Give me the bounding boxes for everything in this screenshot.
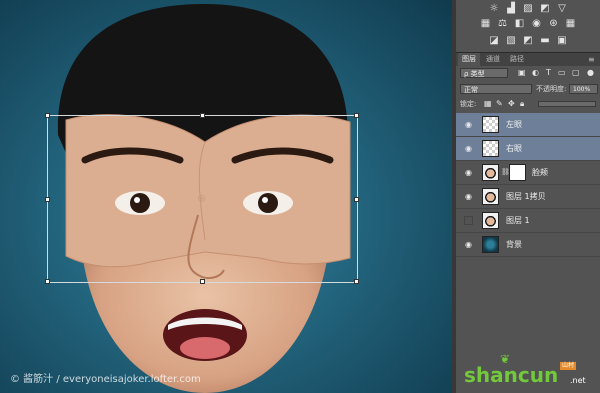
visibility-eye-icon[interactable]: ◉ <box>464 240 473 249</box>
layer-thumbnail <box>482 164 499 181</box>
curves-icon[interactable]: ▨ <box>523 3 534 14</box>
filter-adjust-icon[interactable]: ◐ <box>532 68 539 78</box>
layer-name: 背景 <box>506 240 522 249</box>
opacity-label: 不透明度: <box>536 85 567 93</box>
visibility-eye-icon[interactable]: ◉ <box>464 192 473 201</box>
hue-saturation-icon[interactable]: ▦ <box>480 18 491 29</box>
visibility-eye-icon[interactable]: ◉ <box>464 120 473 129</box>
threshold-icon[interactable]: ◩ <box>523 35 534 46</box>
tab-layers[interactable]: 图层 <box>458 53 480 66</box>
layer-name: 图层 1 <box>506 216 530 225</box>
document-canvas[interactable]: ⊕ © 酱筋汁 / everyoneisajoker.lofter.com <box>0 0 452 393</box>
brightness-icon[interactable]: ☼ <box>489 3 500 14</box>
opacity-field[interactable]: 100% <box>569 84 598 94</box>
color-lookup-icon[interactable]: ▦ <box>565 18 576 29</box>
layers-list: ◉ 左眼 ◉ 右眼 ◉ ⛓ 脸颊 ◉ 图层 1拷贝 图层 1 ◉ 背景 <box>456 113 600 273</box>
watermark-text: shancun <box>464 363 559 387</box>
watermark-domain: .net <box>570 376 586 385</box>
layer-row-background[interactable]: ◉ 背景 <box>456 233 600 257</box>
layer-name: 脸颊 <box>532 168 548 177</box>
visibility-eye-icon[interactable]: ◉ <box>464 168 473 177</box>
adjustments-row-3: ◪ ▧ ◩ ▬ ▣ <box>456 35 600 46</box>
layer-row-cheek[interactable]: ◉ ⛓ 脸颊 <box>456 161 600 185</box>
layer-thumbnail <box>482 236 499 253</box>
filter-smart-icon[interactable]: ▢ <box>572 68 580 78</box>
layer-thumbnail <box>482 116 499 133</box>
transform-handle-bl[interactable] <box>45 279 50 284</box>
visibility-eye-icon[interactable]: ◉ <box>464 144 473 153</box>
adjustments-row-2: ▦ ⚖ ◧ ◉ ⊛ ▦ <box>456 18 600 29</box>
layer-name: 图层 1拷贝 <box>506 192 546 201</box>
credit-text: © 酱筋汁 / everyoneisajoker.lofter.com <box>10 374 201 385</box>
transform-handle-br[interactable] <box>354 279 359 284</box>
filter-pixel-icon[interactable]: ▣ <box>518 68 526 78</box>
selective-color-icon[interactable]: ▣ <box>557 35 568 46</box>
filter-shape-icon[interactable]: ▭ <box>558 68 566 78</box>
panel-tabs: 图层 通道 路径 ≡ <box>456 52 600 66</box>
tab-channels[interactable]: 通道 <box>482 53 504 66</box>
transform-handle-tc[interactable] <box>200 113 205 118</box>
panel-menu-icon[interactable]: ≡ <box>584 53 599 66</box>
adjustments-panel: ☼ ▟ ▨ ◩ ▽ ▦ ⚖ ◧ ◉ ⊛ ▦ ◪ ▧ ◩ ▬ ▣ <box>456 0 600 50</box>
transform-handle-tl[interactable] <box>45 113 50 118</box>
levels-icon[interactable]: ▟ <box>506 3 517 14</box>
visibility-toggle-off[interactable] <box>464 216 473 225</box>
blend-mode-select[interactable]: 正常 <box>460 84 532 94</box>
layer-row-left-eye[interactable]: ◉ 左眼 <box>456 113 600 137</box>
color-balance-icon[interactable]: ⚖ <box>497 18 508 29</box>
layer-thumbnail <box>482 140 499 157</box>
transform-handle-tr[interactable] <box>354 113 359 118</box>
layer-row-layer1[interactable]: 图层 1 <box>456 209 600 233</box>
channel-mixer-icon[interactable]: ⊛ <box>548 18 559 29</box>
lock-position-icon[interactable]: ✥ <box>508 99 515 109</box>
lock-transparent-icon[interactable]: ▦ <box>484 99 492 109</box>
transform-handle-mr[interactable] <box>354 197 359 202</box>
leaf-icon: ❦ <box>500 352 511 366</box>
invert-icon[interactable]: ◪ <box>489 35 500 46</box>
site-watermark: shancun 山村 .net ❦ <box>452 350 600 390</box>
gradient-map-icon[interactable]: ▬ <box>540 35 551 46</box>
fill-field[interactable] <box>538 101 596 107</box>
lock-pixels-icon[interactable]: ✎ <box>496 99 503 109</box>
lock-label: 锁定: <box>460 100 477 108</box>
transform-center-icon[interactable]: ⊕ <box>197 193 206 204</box>
transform-handle-ml[interactable] <box>45 197 50 202</box>
layer-filter-row: ρ 类型 ▣ ◐ T ▭ ▢ ● <box>456 66 600 80</box>
tab-paths[interactable]: 路径 <box>506 53 528 66</box>
exposure-icon[interactable]: ◩ <box>540 3 551 14</box>
filter-toggle-icon[interactable]: ● <box>587 68 594 78</box>
adjustments-row-1: ☼ ▟ ▨ ◩ ▽ <box>456 3 600 14</box>
layer-row-layer1-copy[interactable]: ◉ 图层 1拷贝 <box>456 185 600 209</box>
vibrance-icon[interactable]: ▽ <box>557 3 568 14</box>
filter-kind-select[interactable]: ρ 类型 <box>460 68 508 78</box>
filter-type-icon[interactable]: T <box>546 68 551 78</box>
layer-name: 左眼 <box>506 120 522 129</box>
photo-filter-icon[interactable]: ◉ <box>531 18 542 29</box>
layer-mask-thumbnail[interactable] <box>509 164 526 181</box>
lock-all-icon[interactable]: 🔒︎ <box>520 99 524 109</box>
posterize-icon[interactable]: ▧ <box>506 35 517 46</box>
layers-panel: ☼ ▟ ▨ ◩ ▽ ▦ ⚖ ◧ ◉ ⊛ ▦ ◪ ▧ ◩ ▬ ▣ 图层 通道 路径… <box>456 0 600 393</box>
layer-thumbnail <box>482 212 499 229</box>
watermark-sub: 山村 <box>560 362 577 370</box>
layer-row-right-eye[interactable]: ◉ 右眼 <box>456 137 600 161</box>
layer-name: 右眼 <box>506 144 522 153</box>
layer-thumbnail <box>482 188 499 205</box>
transform-handle-bc[interactable] <box>200 279 205 284</box>
black-white-icon[interactable]: ◧ <box>514 18 525 29</box>
